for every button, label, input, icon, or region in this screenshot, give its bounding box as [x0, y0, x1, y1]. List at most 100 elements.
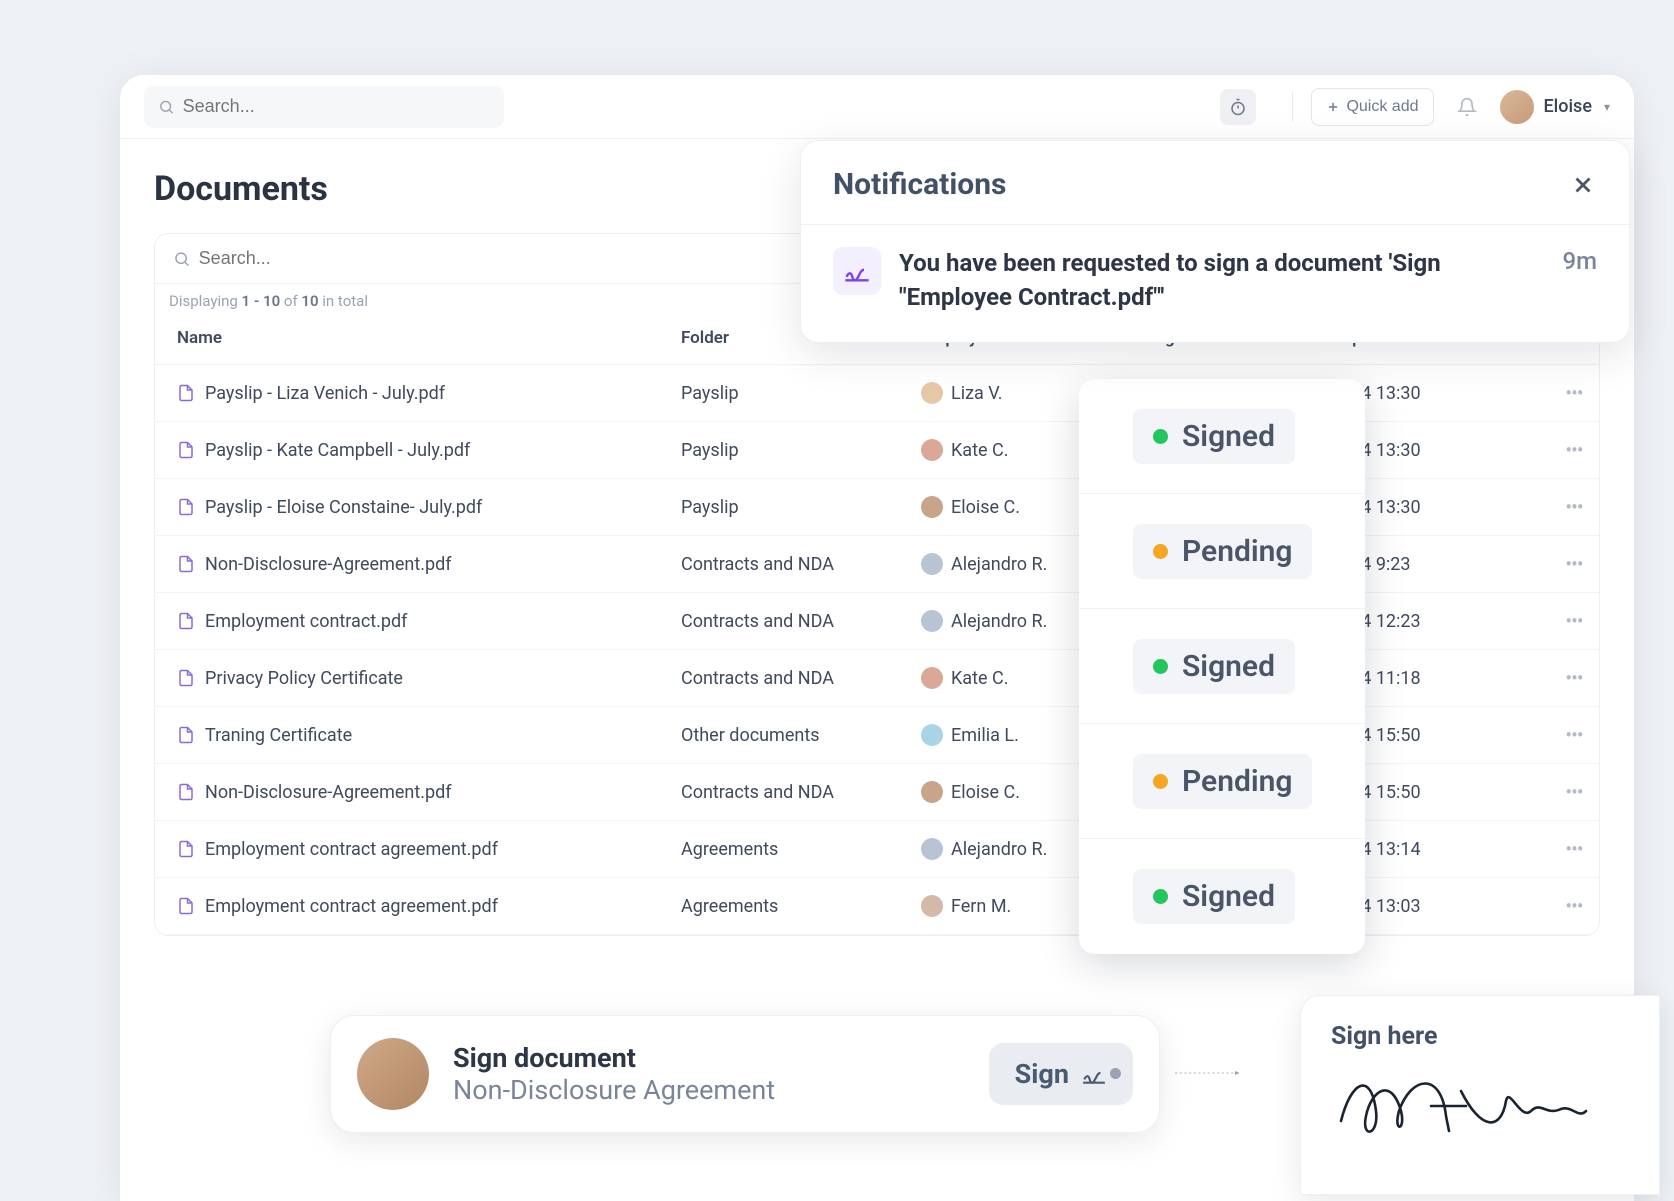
global-search[interactable] [144, 86, 504, 128]
notifications-header: Notifications [801, 141, 1629, 225]
document-icon [177, 725, 195, 745]
doc-name: Payslip - Eloise Constaine- July.pdf [205, 497, 482, 518]
document-icon [177, 896, 195, 916]
row-more-button[interactable]: ••• [1549, 764, 1599, 821]
connector-arrow [1110, 1071, 1305, 1075]
doc-name: Traning Certificate [205, 725, 352, 746]
status-dot-icon [1153, 544, 1168, 559]
cell-folder: Agreements [669, 878, 909, 935]
row-more-button[interactable]: ••• [1549, 479, 1599, 536]
cell-folder: Payslip [669, 479, 909, 536]
signature-icon [833, 247, 881, 295]
avatar [1500, 90, 1534, 124]
document-icon [177, 554, 195, 574]
document-icon [177, 668, 195, 688]
cell-name: Payslip - Kate Campbell - July.pdf [155, 422, 669, 479]
row-more-button[interactable]: ••• [1549, 707, 1599, 764]
row-more-button[interactable]: ••• [1549, 878, 1599, 935]
status-row: Signed [1079, 609, 1365, 724]
cell-name: Non-Disclosure-Agreement.pdf [155, 764, 669, 821]
sign-button-label: Sign [1015, 1058, 1069, 1090]
doc-name: Non-Disclosure-Agreement.pdf [205, 554, 452, 575]
doc-name: Privacy Policy Certificate [205, 668, 403, 689]
cell-name: Employment contract agreement.pdf [155, 821, 669, 878]
row-more-button[interactable]: ••• [1549, 821, 1599, 878]
cell-folder: Other documents [669, 707, 909, 764]
status-label: Pending [1182, 534, 1292, 569]
notifications-title: Notifications [833, 167, 1006, 202]
row-more-button[interactable]: ••• [1549, 422, 1599, 479]
doc-name: Employment contract agreement.pdf [205, 896, 498, 917]
esignature-status-overlay: Signed Pending Signed Pending Signed [1079, 379, 1365, 954]
avatar [921, 439, 943, 461]
doc-name: Non-Disclosure-Agreement.pdf [205, 782, 452, 803]
user-menu[interactable]: Eloise ▾ [1500, 90, 1611, 124]
global-search-input[interactable] [183, 96, 490, 117]
status-dot-icon [1153, 889, 1168, 904]
cell-folder: Contracts and NDA [669, 536, 909, 593]
notification-time: 9m [1562, 247, 1597, 314]
avatar [921, 610, 943, 632]
status-badge: Pending [1133, 754, 1312, 809]
notifications-button[interactable] [1452, 92, 1482, 122]
cell-folder: Contracts and NDA [669, 650, 909, 707]
search-icon [158, 98, 175, 116]
avatar [921, 553, 943, 575]
row-more-button[interactable]: ••• [1549, 536, 1599, 593]
status-dot-icon [1153, 429, 1168, 444]
plus-icon [1326, 100, 1340, 114]
status-badge: Pending [1133, 524, 1312, 579]
doc-name: Payslip - Kate Campbell - July.pdf [205, 440, 470, 461]
cell-folder: Agreements [669, 821, 909, 878]
signature-icon [1081, 1061, 1107, 1087]
sign-here-card[interactable]: Sign here [1300, 995, 1660, 1195]
cell-name: Privacy Policy Certificate [155, 650, 669, 707]
cell-name: Employment contract.pdf [155, 593, 669, 650]
quick-add-button[interactable]: Quick add [1311, 88, 1433, 126]
timer-button[interactable] [1220, 89, 1256, 125]
document-icon [177, 611, 195, 631]
notification-item[interactable]: You have been requested to sign a docume… [801, 225, 1629, 342]
cell-name: Payslip - Eloise Constaine- July.pdf [155, 479, 669, 536]
topbar: Quick add Eloise ▾ [120, 75, 1634, 139]
status-dot-icon [1153, 659, 1168, 674]
notification-text: You have been requested to sign a docume… [899, 247, 1544, 314]
cell-name: Non-Disclosure-Agreement.pdf [155, 536, 669, 593]
status-row: Pending [1079, 724, 1365, 839]
status-label: Signed [1182, 649, 1275, 684]
status-row: Pending [1079, 494, 1365, 609]
avatar [921, 724, 943, 746]
status-label: Pending [1182, 764, 1292, 799]
row-more-button[interactable]: ••• [1549, 650, 1599, 707]
document-icon [177, 440, 195, 460]
cell-folder: Payslip [669, 365, 909, 422]
close-button[interactable] [1569, 171, 1597, 199]
doc-name: Payslip - Liza Venich - July.pdf [205, 383, 445, 404]
avatar [921, 781, 943, 803]
cell-folder: Contracts and NDA [669, 764, 909, 821]
quick-add-label: Quick add [1346, 98, 1418, 116]
sign-card-subtitle: Non-Disclosure Agreement [453, 1074, 965, 1106]
status-label: Signed [1182, 419, 1275, 454]
document-icon [177, 383, 195, 403]
status-row: Signed [1079, 379, 1365, 494]
col-name[interactable]: Name [155, 310, 669, 365]
notifications-panel: Notifications You have been requested to… [800, 140, 1630, 343]
signature-drawing [1331, 1061, 1591, 1151]
document-icon [177, 782, 195, 802]
status-badge: Signed [1133, 869, 1295, 924]
avatar [921, 895, 943, 917]
close-icon [1570, 172, 1596, 198]
status-dot-icon [1153, 774, 1168, 789]
row-more-button[interactable]: ••• [1549, 593, 1599, 650]
avatar [921, 838, 943, 860]
row-more-button[interactable]: ••• [1549, 365, 1599, 422]
cell-folder: Contracts and NDA [669, 593, 909, 650]
status-row: Signed [1079, 839, 1365, 954]
avatar [921, 496, 943, 518]
stopwatch-icon [1229, 98, 1247, 116]
sign-card-title: Sign document [453, 1042, 965, 1074]
search-icon [173, 250, 191, 268]
cell-name: Payslip - Liza Venich - July.pdf [155, 365, 669, 422]
sign-here-label: Sign here [1331, 1022, 1629, 1051]
